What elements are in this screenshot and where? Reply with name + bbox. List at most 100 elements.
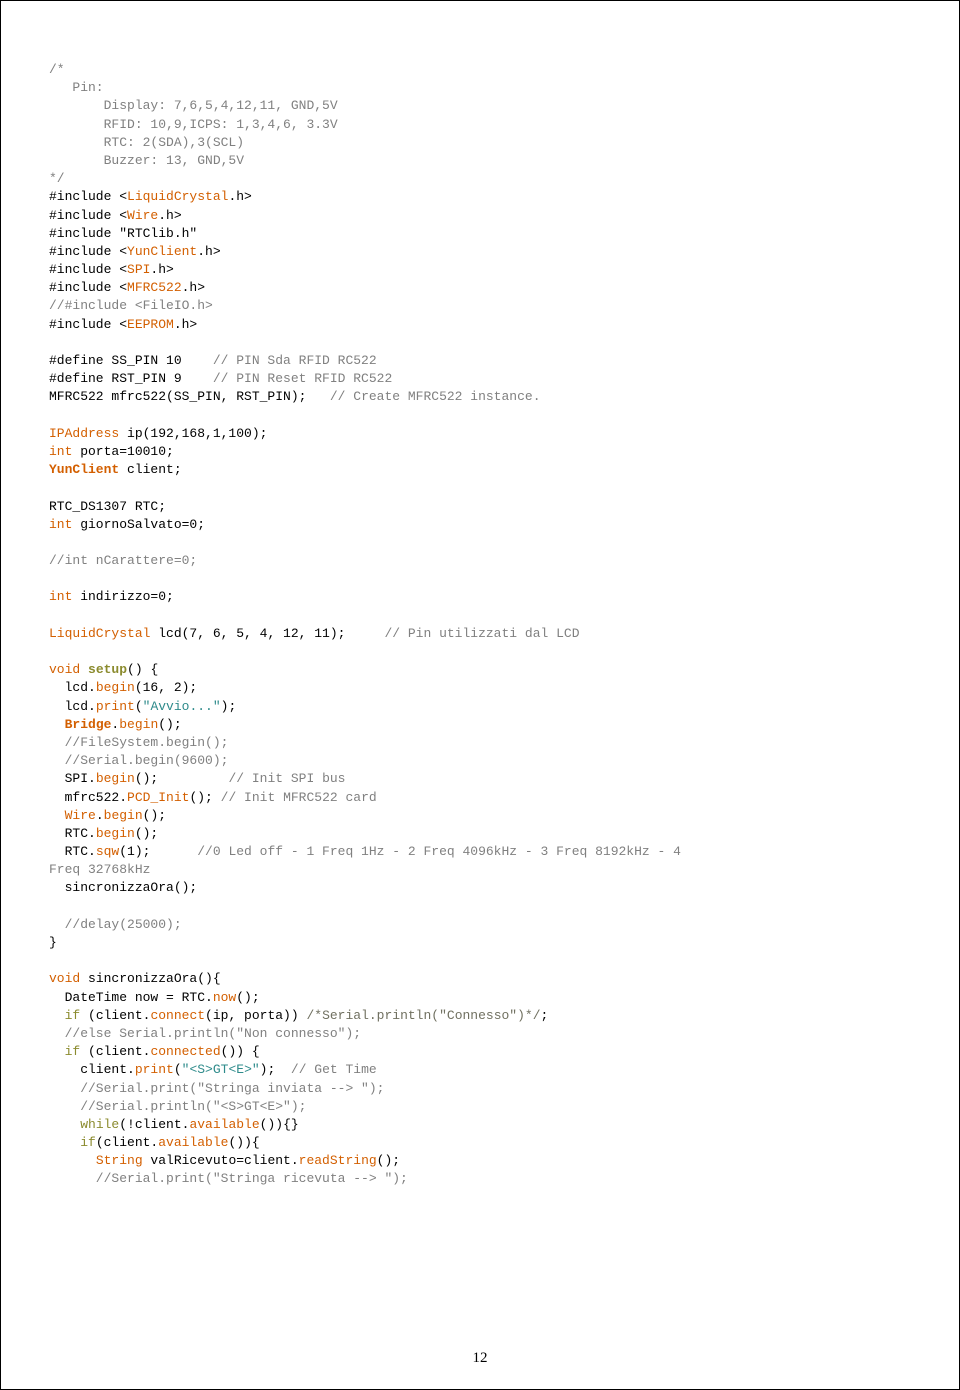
code-text: (client. <box>80 1008 150 1023</box>
code-text: #define RST_PIN 9 <box>49 371 213 386</box>
method: connect <box>150 1008 205 1023</box>
code-text: (); <box>135 771 229 786</box>
code-text: .h> <box>150 262 173 277</box>
type: YunClient <box>49 462 119 477</box>
comment: //Serial.print("Stringa ricevuta --> "); <box>49 1171 408 1186</box>
code-text: mfrc522. <box>49 790 127 805</box>
keyword: if <box>80 1135 96 1150</box>
type: Wire <box>65 808 96 823</box>
code-text <box>49 1135 80 1150</box>
code-text: (); <box>236 990 259 1005</box>
code-text: . <box>96 808 104 823</box>
code-text: #include < <box>49 317 127 332</box>
keyword: int <box>49 444 72 459</box>
code-text: RTC. <box>49 826 96 841</box>
method: available <box>189 1117 259 1132</box>
code-text: #include < <box>49 244 127 259</box>
code-text: #include "RTClib.h" <box>49 226 197 241</box>
type: Wire <box>127 208 158 223</box>
code-text: .h> <box>174 317 197 332</box>
comment: //FileSystem.begin(); <box>49 735 228 750</box>
comment: // Create MFRC522 instance. <box>330 389 541 404</box>
type: MFRC522 <box>127 280 182 295</box>
method: print <box>96 699 135 714</box>
code-text: #define SS_PIN 10 <box>49 353 213 368</box>
keyword: int <box>49 589 72 604</box>
code-text: RTC_DS1307 RTC; <box>49 499 166 514</box>
method: sqw <box>96 844 119 859</box>
code-text: .h> <box>158 208 181 223</box>
code-text: .h> <box>228 189 251 204</box>
code-text: (16, 2); <box>135 680 197 695</box>
code-text: client. <box>49 1062 135 1077</box>
code-text: ()){ <box>228 1135 259 1150</box>
comment: Buzzer: 13, GND,5V <box>49 153 244 168</box>
type: String <box>96 1153 143 1168</box>
type: LiquidCrystal <box>127 189 228 204</box>
code-text: DateTime now = RTC. <box>49 990 213 1005</box>
code-text: ( <box>174 1062 182 1077</box>
comment: RTC: 2(SDA),3(SCL) <box>49 135 244 150</box>
code-text: lcd. <box>49 699 96 714</box>
code-text: SPI. <box>49 771 96 786</box>
comment: /* <box>49 62 65 77</box>
code-text: ()) { <box>221 1044 260 1059</box>
method: begin <box>96 771 135 786</box>
comment: //Serial.begin(9600); <box>49 753 228 768</box>
code-text <box>49 1044 65 1059</box>
keyword: void <box>49 971 80 986</box>
code-text: (ip, porta)) <box>205 1008 306 1023</box>
method: available <box>158 1135 228 1150</box>
method: begin <box>104 808 143 823</box>
method: readString <box>299 1153 377 1168</box>
comment: Freq 32768kHz <box>49 862 150 877</box>
code-text: valRicevuto=client. <box>143 1153 299 1168</box>
code-text: client; <box>119 462 181 477</box>
code-text <box>49 1117 80 1132</box>
method: begin <box>119 717 158 732</box>
code-text: (); <box>189 790 220 805</box>
method: now <box>213 990 236 1005</box>
code-text: ip(192,168,1,100); <box>119 426 267 441</box>
code-text: (); <box>377 1153 400 1168</box>
code-text: #include < <box>49 280 127 295</box>
comment: //Serial.println("<S>GT<E>"); <box>49 1099 306 1114</box>
code-text: ; <box>541 1008 549 1023</box>
function: setup <box>88 662 127 677</box>
code-text: (); <box>143 808 166 823</box>
code-text: (!client. <box>119 1117 189 1132</box>
keyword: if <box>65 1008 81 1023</box>
code-text: #include < <box>49 208 127 223</box>
comment: //else Serial.println("Non connesso"); <box>49 1026 361 1041</box>
comment: //0 Led off - 1 Freq 1Hz - 2 Freq 4096kH… <box>197 844 688 859</box>
code-text <box>49 1008 65 1023</box>
method: begin <box>96 826 135 841</box>
code-text: #include < <box>49 262 127 277</box>
comment: //delay(25000); <box>49 917 182 932</box>
comment: // Init MFRC522 card <box>221 790 377 805</box>
method: PCD_Init <box>127 790 189 805</box>
method: begin <box>96 680 135 695</box>
code-text <box>49 717 65 732</box>
code-text: } <box>49 935 57 950</box>
comment: // PIN Sda RFID RC522 <box>213 353 377 368</box>
code-text: (); <box>135 826 158 841</box>
code-text: ()){} <box>260 1117 299 1132</box>
code-text: porta=10010; <box>72 444 173 459</box>
code-text <box>80 662 88 677</box>
comment: //Serial.print("Stringa inviata --> "); <box>49 1081 384 1096</box>
code-block: /* Pin: Display: 7,6,5,4,12,11, GND,5V R… <box>49 61 911 1189</box>
code-text: (); <box>158 717 181 732</box>
comment: // PIN Reset RFID RC522 <box>213 371 392 386</box>
code-text: (client. <box>96 1135 158 1150</box>
type: IPAddress <box>49 426 119 441</box>
code-text: .h> <box>182 280 205 295</box>
type: YunClient <box>127 244 197 259</box>
code-text: (client. <box>80 1044 150 1059</box>
document-page: /* Pin: Display: 7,6,5,4,12,11, GND,5V R… <box>0 0 960 1390</box>
code-text <box>49 1153 96 1168</box>
method: connected <box>150 1044 220 1059</box>
comment: Pin: <box>49 80 104 95</box>
code-text: #include < <box>49 189 127 204</box>
comment: */ <box>49 171 65 186</box>
